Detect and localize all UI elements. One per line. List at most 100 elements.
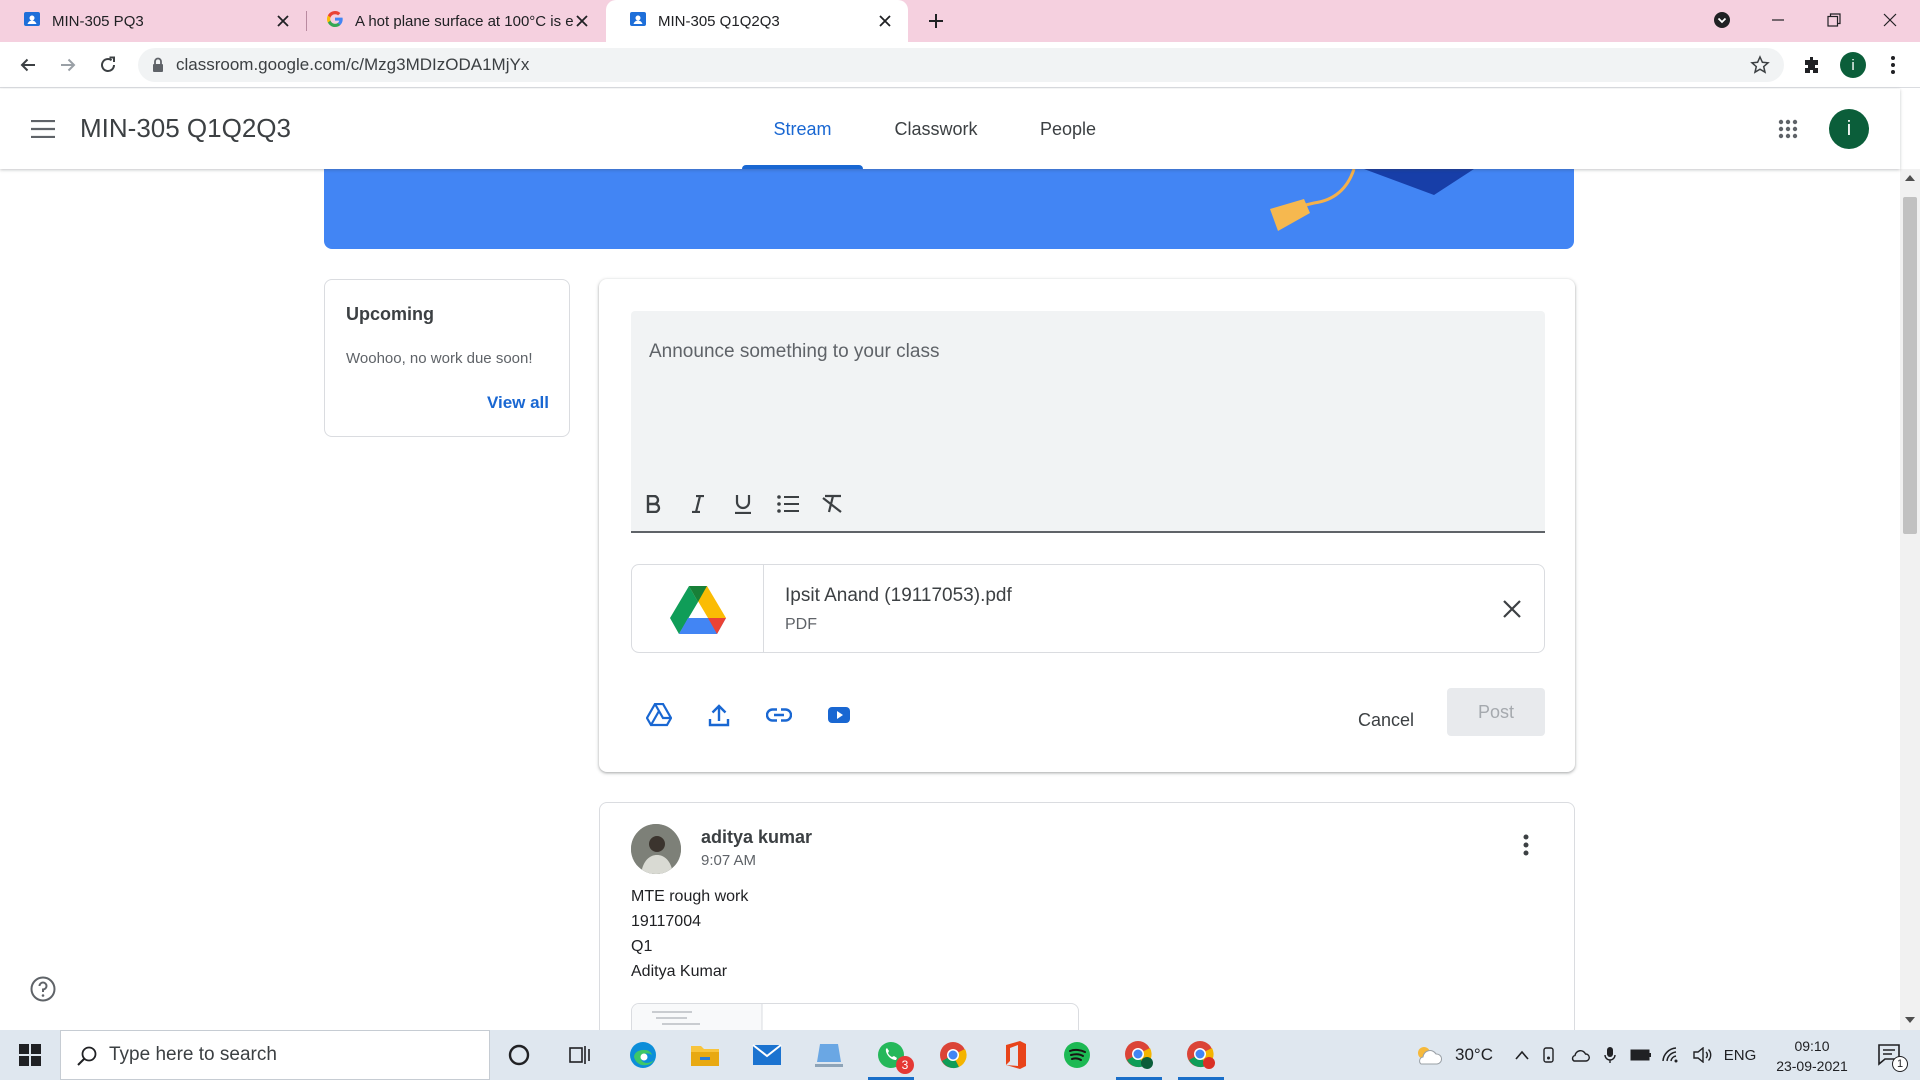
profile-avatar: i: [1840, 52, 1866, 78]
tab-label: Stream: [773, 118, 832, 139]
class-banner: [324, 169, 1574, 249]
post-time: 9:07 AM: [701, 852, 757, 869]
close-window-button[interactable]: [1862, 0, 1918, 40]
input-language-label[interactable]: ENG: [1720, 1030, 1760, 1080]
account-avatar[interactable]: i: [1829, 109, 1869, 149]
taskbar-search-box[interactable]: Type here to search: [60, 1030, 490, 1080]
bulleted-list-icon[interactable]: [772, 488, 804, 520]
close-icon[interactable]: [573, 12, 591, 30]
attachment-name[interactable]: Ipsit Anand (19117053).pdf: [785, 585, 1012, 607]
close-icon[interactable]: [274, 12, 292, 30]
more-options-icon[interactable]: [1514, 833, 1538, 857]
upload-file-icon[interactable]: [701, 697, 737, 733]
author-avatar: [631, 824, 681, 874]
browser-tab-min305-q1q2q3[interactable]: MIN-305 Q1Q2Q3: [606, 0, 908, 42]
restore-button[interactable]: [1806, 0, 1862, 40]
chrome-profile-icon[interactable]: [1108, 1030, 1170, 1080]
new-tab-button[interactable]: [924, 9, 948, 33]
tab-classwork[interactable]: Classwork: [863, 89, 1009, 169]
tab-label: People: [1039, 118, 1097, 139]
cortana-icon[interactable]: [488, 1030, 550, 1080]
microphone-icon[interactable]: [1596, 1030, 1624, 1080]
google-favicon: [327, 11, 343, 31]
taskbar-clock[interactable]: 09:10 23-09-2021: [1764, 1036, 1860, 1076]
youtube-icon[interactable]: [821, 697, 857, 733]
scroll-up-arrow-icon[interactable]: [1905, 173, 1915, 183]
view-all-link[interactable]: View all: [487, 393, 549, 413]
action-center-icon[interactable]: 1: [1866, 1030, 1914, 1080]
scrollbar-thumb[interactable]: [1903, 197, 1917, 534]
graduation-cap-illustration: [1270, 169, 1474, 231]
file-explorer-icon[interactable]: [674, 1030, 736, 1080]
office-icon[interactable]: [984, 1030, 1046, 1080]
profile-button[interactable]: i: [1837, 49, 1869, 81]
browser-tab-min305-pq3[interactable]: MIN-305 PQ3: [0, 0, 306, 42]
italic-icon[interactable]: [682, 488, 714, 520]
attachment-card[interactable]: Ipsit Anand (19117053).pdf PDF: [631, 564, 1545, 653]
url-text[interactable]: classroom.google.com/c/Mzg3MDIzODA1MjYx: [176, 55, 529, 75]
attachment-type: PDF: [785, 616, 817, 633]
chrome-menu-icon[interactable]: [1877, 49, 1909, 81]
onedrive-cloud-icon[interactable]: [1566, 1030, 1594, 1080]
clear-formatting-icon[interactable]: [817, 488, 849, 520]
windows-start-icon[interactable]: [0, 1030, 60, 1080]
temperature-label[interactable]: 30°C: [1448, 1030, 1500, 1080]
close-icon[interactable]: [876, 12, 894, 30]
browser-toolbar: classroom.google.com/c/Mzg3MDIzODA1MjYx …: [0, 42, 1920, 88]
add-link-icon[interactable]: [761, 697, 797, 733]
bookmark-star-icon[interactable]: [1750, 55, 1770, 80]
scroll-down-arrow-icon[interactable]: [1905, 1015, 1915, 1025]
post-text-line: 19117004: [631, 913, 701, 930]
edge-browser-icon[interactable]: [612, 1030, 674, 1080]
google-drive-icon: [632, 565, 764, 652]
battery-icon[interactable]: [1626, 1030, 1656, 1080]
show-hidden-icons-chevron-icon[interactable]: [1508, 1030, 1536, 1080]
class-title[interactable]: MIN-305 Q1Q2Q3: [80, 113, 291, 144]
help-icon[interactable]: [29, 975, 57, 1003]
tab-title: A hot plane surface at 100°C is e: [355, 12, 573, 30]
chrome-profile-icon[interactable]: [1170, 1030, 1232, 1080]
task-view-icon[interactable]: [550, 1030, 612, 1080]
taskbar-search-placeholder: Type here to search: [109, 1044, 277, 1065]
whatsapp-icon[interactable]: 3: [860, 1030, 922, 1080]
tab-people[interactable]: People: [1009, 89, 1127, 169]
announcement-input[interactable]: Announce something to your class: [631, 311, 1545, 533]
lock-icon[interactable]: [152, 57, 164, 78]
mail-icon[interactable]: [736, 1030, 798, 1080]
google-apps-icon[interactable]: [1772, 113, 1804, 145]
tab-search-button[interactable]: [1694, 0, 1750, 40]
extensions-icon[interactable]: [1796, 49, 1828, 81]
reload-button[interactable]: [92, 49, 124, 81]
weather-icon[interactable]: [1410, 1030, 1446, 1080]
spotify-icon[interactable]: [1046, 1030, 1108, 1080]
volume-icon[interactable]: [1688, 1030, 1718, 1080]
underline-icon[interactable]: [727, 488, 759, 520]
page-scrollbar[interactable]: [1900, 169, 1920, 1030]
minimize-button[interactable]: [1750, 0, 1806, 40]
tab-stream[interactable]: Stream: [742, 89, 863, 169]
remove-attachment-icon[interactable]: [1498, 595, 1526, 623]
whatsapp-notification-badge: 3: [896, 1056, 914, 1074]
back-button[interactable]: [12, 49, 44, 81]
upcoming-message: Woohoo, no work due soon!: [346, 350, 533, 367]
classroom-favicon: [24, 11, 40, 31]
wifi-icon[interactable]: [1658, 1030, 1686, 1080]
announcement-composer: Announce something to your class Ipsit A…: [599, 279, 1575, 772]
browser-tab-hot-plane[interactable]: A hot plane surface at 100°C is e: [307, 0, 605, 42]
post-attachment-preview[interactable]: [631, 1003, 1079, 1030]
desktop-app-icon[interactable]: [798, 1030, 860, 1080]
upcoming-card: Upcoming Woohoo, no work due soon! View …: [324, 279, 570, 437]
cancel-button[interactable]: Cancel: [1336, 697, 1436, 743]
clock-date: 23-09-2021: [1776, 1058, 1848, 1074]
main-menu-icon[interactable]: [28, 115, 58, 143]
stream-page: Upcoming Woohoo, no work due soon! View …: [0, 169, 1900, 1030]
chrome-icon[interactable]: [922, 1030, 984, 1080]
post-text-line: Aditya Kumar: [631, 963, 728, 980]
forward-button[interactable]: [52, 49, 84, 81]
bold-icon[interactable]: [637, 488, 669, 520]
address-bar[interactable]: classroom.google.com/c/Mzg3MDIzODA1MjYx: [138, 48, 1784, 82]
tab-title: MIN-305 PQ3: [52, 12, 144, 30]
add-drive-file-icon[interactable]: [641, 697, 677, 733]
meet-now-icon[interactable]: [1536, 1030, 1564, 1080]
post-button[interactable]: Post: [1447, 688, 1545, 736]
